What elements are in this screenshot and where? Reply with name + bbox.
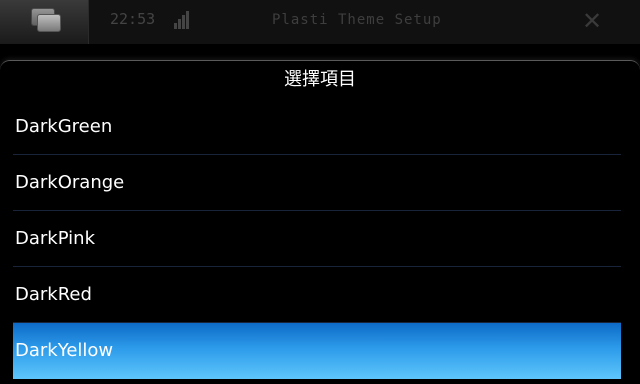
dialog-title: 選擇項目 (284, 69, 356, 90)
list-item-label: DarkOrange (15, 172, 125, 193)
option-list: DarkGreen DarkOrange DarkPink DarkRed Da… (13, 99, 621, 379)
list-item-label: DarkGreen (15, 116, 113, 137)
screen: 22:53 Plasti Theme Setup ✕ 選擇項目 DarkGree… (0, 0, 640, 384)
signal-strength-icon (174, 10, 190, 29)
list-item-darkgreen[interactable]: DarkGreen (13, 99, 621, 155)
status-bar: 22:53 Plasti Theme Setup ✕ (0, 0, 640, 44)
list-item-darkpink[interactable]: DarkPink (13, 211, 621, 267)
selection-dialog: 選擇項目 DarkGreen DarkOrange DarkPink DarkR… (0, 60, 640, 384)
close-icon[interactable]: ✕ (582, 6, 602, 36)
task-switcher-icon-front (37, 14, 61, 32)
list-item-darkred[interactable]: DarkRed (13, 267, 621, 323)
status-info: 22:53 (110, 10, 190, 29)
task-switcher-button[interactable] (0, 0, 89, 44)
status-time: 22:53 (110, 10, 156, 28)
list-item-darkorange[interactable]: DarkOrange (13, 155, 621, 211)
list-item-darkyellow[interactable]: DarkYellow (13, 323, 621, 379)
list-item-label: DarkPink (15, 228, 96, 249)
list-item-label: DarkRed (15, 284, 92, 305)
list-item-label: DarkYellow (15, 340, 114, 361)
background-window-title: Plasti Theme Setup (272, 12, 442, 28)
